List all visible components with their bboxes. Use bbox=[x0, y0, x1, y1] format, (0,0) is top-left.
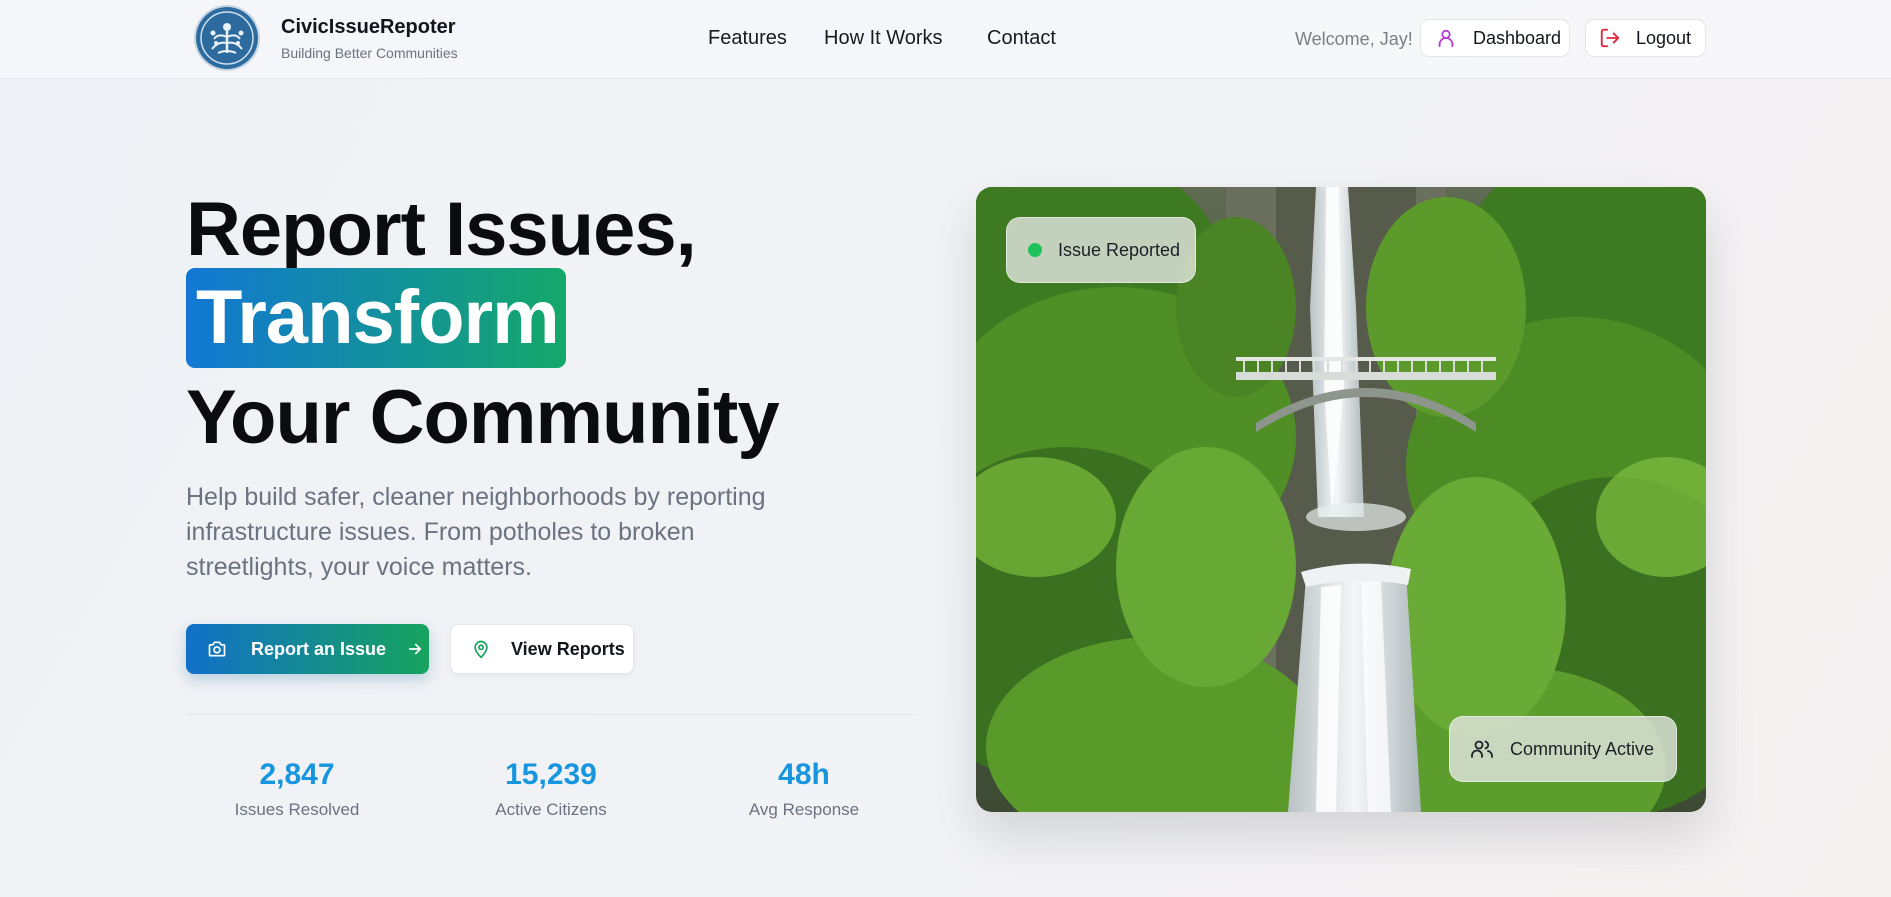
welcome-message: Welcome, Jay! bbox=[1295, 29, 1413, 49]
headline-line-1: Report Issues, bbox=[186, 187, 697, 272]
hero-image-card: Issue Reported Community Active bbox=[976, 187, 1706, 812]
brand-name[interactable]: CivicIssueRepoter bbox=[281, 16, 456, 39]
stat-value: 2,847 bbox=[259, 758, 335, 791]
logout-icon bbox=[1599, 27, 1621, 49]
nav-features[interactable]: Features bbox=[708, 27, 787, 50]
dashboard-label: Dashboard bbox=[1473, 27, 1562, 48]
logout-label: Logout bbox=[1636, 27, 1692, 48]
community-active-label: Community Active bbox=[1510, 738, 1655, 759]
tree-of-life-icon[interactable] bbox=[196, 7, 258, 69]
map-pin-icon bbox=[471, 639, 491, 659]
stat-value: 15,239 bbox=[505, 758, 597, 791]
logout-button[interactable]: Logout bbox=[1585, 19, 1706, 57]
stat-label: Issues Resolved bbox=[234, 800, 360, 819]
stat-label: Active Citizens bbox=[495, 800, 607, 819]
headline-line-3: Your Community bbox=[186, 375, 780, 460]
users-icon bbox=[1470, 737, 1494, 761]
camera-icon bbox=[207, 639, 227, 659]
stat-active-citizens: 15,239 Active Citizens bbox=[441, 758, 661, 820]
arrow-right-icon bbox=[406, 640, 424, 658]
headline-highlight-text: Transform bbox=[196, 275, 560, 360]
stat-label: Avg Response bbox=[748, 800, 860, 819]
status-dot-icon bbox=[1028, 243, 1042, 257]
stat-value: 48h bbox=[778, 758, 830, 791]
dashboard-button[interactable]: Dashboard bbox=[1420, 19, 1570, 57]
stat-avg-response: 48h Avg Response bbox=[694, 758, 914, 820]
nav-how-it-works[interactable]: How It Works bbox=[824, 27, 943, 50]
report-issue-label: Report an Issue bbox=[251, 638, 387, 659]
stat-issues-resolved: 2,847 Issues Resolved bbox=[187, 758, 407, 820]
community-active-badge: Community Active bbox=[1449, 716, 1677, 782]
issue-reported-label: Issue Reported bbox=[1058, 239, 1181, 260]
user-icon bbox=[1435, 27, 1457, 49]
site-header: CivicIssueRepoter Building Better Commun… bbox=[0, 0, 1891, 79]
view-reports-label: View Reports bbox=[511, 638, 625, 659]
report-issue-button[interactable]: Report an Issue bbox=[186, 624, 429, 674]
issue-reported-badge: Issue Reported bbox=[1006, 217, 1196, 283]
stats-divider bbox=[186, 714, 916, 715]
nav-contact[interactable]: Contact bbox=[987, 27, 1056, 50]
headline-highlight: Transform bbox=[186, 268, 566, 368]
brand-tagline: Building Better Communities bbox=[281, 45, 458, 61]
hero-description: Help build safer, cleaner neighborhoods … bbox=[186, 483, 766, 581]
view-reports-button[interactable]: View Reports bbox=[450, 624, 634, 674]
